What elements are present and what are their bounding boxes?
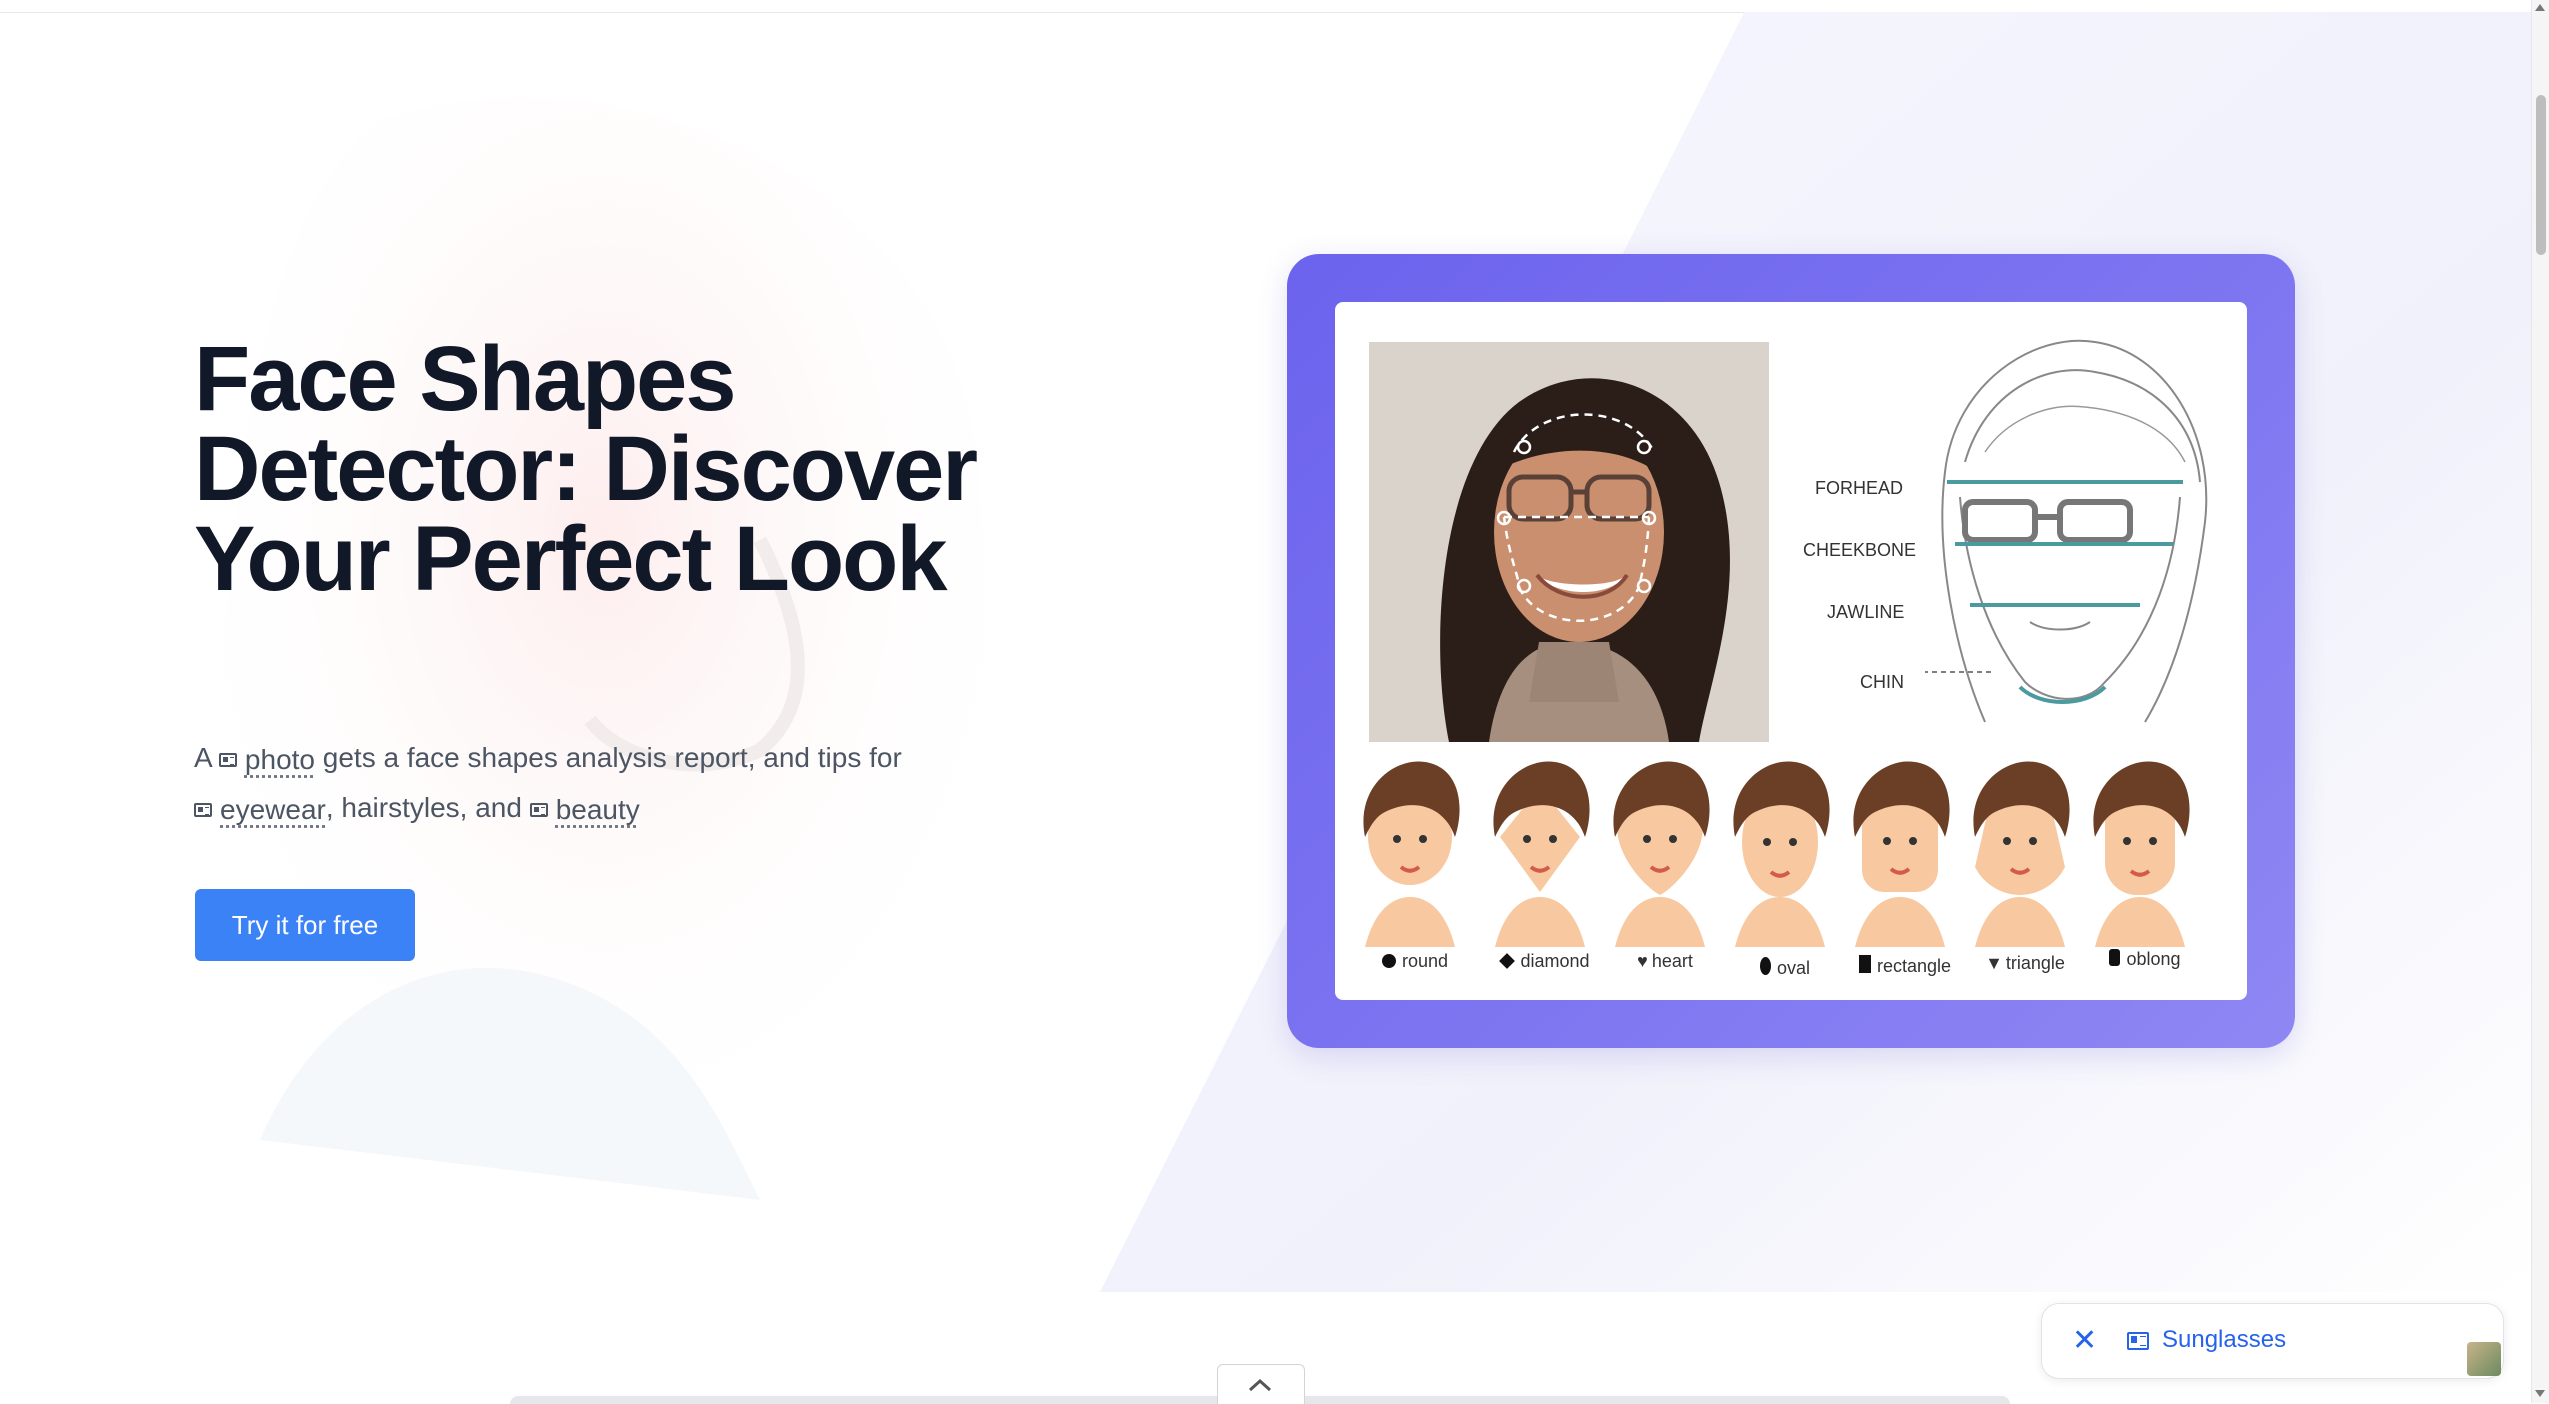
wikipedia-icon <box>529 803 548 817</box>
shape-label-triangle: triangle <box>2005 953 2065 973</box>
wikipedia-icon <box>218 753 237 767</box>
background-illustration <box>220 97 985 1200</box>
label-chin: CHIN <box>1860 672 1904 692</box>
circle-glyph-icon <box>1381 954 1396 968</box>
chip-label[interactable]: Sunglasses <box>2162 1326 2286 1354</box>
close-icon[interactable]: ✕ <box>2072 1326 2097 1356</box>
shape-caption: oval <box>1725 957 1845 979</box>
shape-caption: round <box>1355 951 1475 972</box>
shape-item-oval: oval <box>1725 757 1835 997</box>
chevron-up-icon <box>1248 1378 1272 1392</box>
shape-caption: ▼ triangle <box>1965 953 2085 974</box>
shape-label-diamond: diamond <box>1520 951 1590 971</box>
face-shape-figure <box>1733 761 1830 947</box>
shape-item-heart: ♥ heart <box>1605 757 1715 997</box>
face-measurement-diagram <box>1925 339 2208 723</box>
face-shape-row: round diamond ♥ heart oval rectangle ▼ t… <box>1355 757 2235 997</box>
diamond-glyph-icon <box>1499 953 1516 969</box>
scroll-up-arrow-icon[interactable] <box>2535 4 2545 11</box>
try-free-button[interactable]: Try it for free <box>195 889 415 961</box>
link-eyewear[interactable]: eyewear <box>220 786 326 834</box>
face-shape-figure <box>1363 761 1460 947</box>
shape-item-triangle: ▼ triangle <box>1965 757 2075 997</box>
top-bar <box>0 0 2532 13</box>
heart-glyph-icon: ♥ <box>1637 951 1648 971</box>
wikipedia-icon <box>2127 1332 2149 1350</box>
chip-icon <box>2127 1332 2149 1355</box>
oval-glyph-icon <box>1759 957 1771 975</box>
wikipedia-icon <box>194 803 212 817</box>
face-shape-figure <box>1493 761 1590 947</box>
shape-caption: oblong <box>2085 949 2205 970</box>
shape-label-round: round <box>1401 951 1449 971</box>
shape-label-rectangle: rectangle <box>1876 956 1952 976</box>
scrollbar-thumb[interactable] <box>2536 95 2546 255</box>
desc-text-mid2: , hairstyles, and <box>325 792 530 823</box>
desc-text-mid: gets a face shapes analysis report, and … <box>315 742 902 773</box>
oblong-glyph-icon <box>2109 949 2121 966</box>
face-shape-figure <box>1973 761 2070 947</box>
face-shape-figure <box>2093 761 2190 947</box>
face-shape-figure <box>1613 761 1710 947</box>
shape-caption: rectangle <box>1845 955 1965 977</box>
portrait-photo <box>1369 342 1769 742</box>
chip-thumbnail <box>2467 1342 2501 1376</box>
hero-description: A photo gets a face shapes analysis repo… <box>194 734 1034 834</box>
rectangle-glyph-icon <box>1858 955 1871 973</box>
expand-panel-button[interactable] <box>1217 1364 1305 1404</box>
shape-item-rectangle: rectangle <box>1845 757 1955 997</box>
shape-caption: ♥ heart <box>1605 951 1725 972</box>
link-beauty[interactable]: beauty <box>556 786 640 834</box>
face-shape-figure <box>1853 761 1950 947</box>
shape-label-heart: heart <box>1651 951 1693 971</box>
scroll-down-arrow-icon[interactable] <box>2535 1390 2545 1397</box>
shape-label-oblong: oblong <box>2126 949 2181 969</box>
illustration-card: FORHEAD CHEEKBONE JAWLINE CHIN round dia… <box>1335 302 2247 1000</box>
shape-item-round: round <box>1355 757 1465 997</box>
shape-item-diamond: diamond <box>1485 757 1595 997</box>
topic-chip[interactable]: ✕ Sunglasses <box>2041 1303 2504 1379</box>
label-forehead: FORHEAD <box>1815 478 1904 498</box>
link-photo[interactable]: photo <box>245 736 315 784</box>
label-jawline: JAWLINE <box>1827 602 1905 622</box>
shape-label-oval: oval <box>1776 958 1811 978</box>
page-title: Face Shapes Detector: Discover Your Perf… <box>194 328 978 610</box>
label-cheekbone: CHEEKBONE <box>1803 540 1917 560</box>
shape-item-oblong: oblong <box>2085 757 2195 997</box>
shape-caption: diamond <box>1485 951 1605 972</box>
triangle-glyph-icon: ▼ <box>1985 953 2003 973</box>
scrollbar[interactable] <box>2531 0 2549 1403</box>
desc-text-a: A <box>194 742 219 773</box>
face-shapes-illustration: FORHEAD CHEEKBONE JAWLINE CHIN round dia… <box>1287 254 2295 1048</box>
